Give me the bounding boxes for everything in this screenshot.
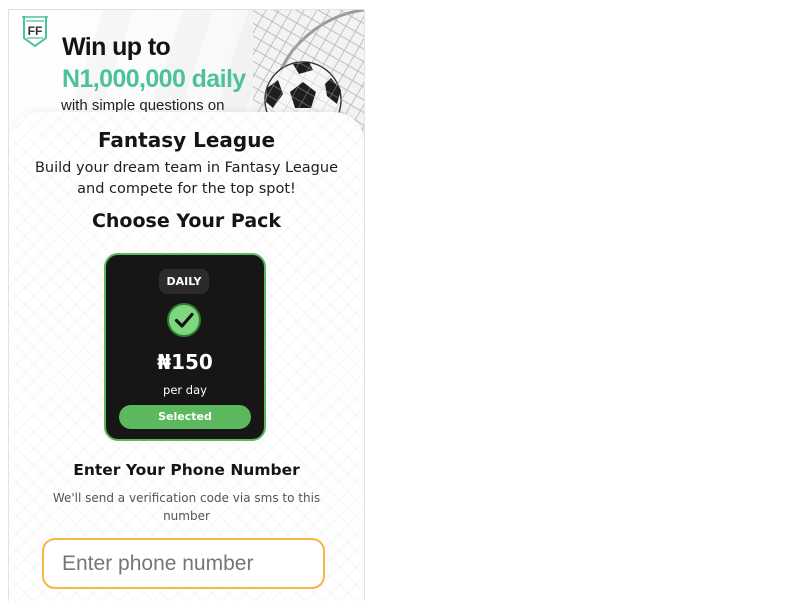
pack-badge: DAILY	[159, 269, 209, 294]
brand-logo-icon: FF	[22, 16, 48, 48]
banner-prize: N1,000,000 daily	[62, 65, 246, 93]
page-title: Fantasy League	[97, 128, 276, 152]
banner-headline: Win up to	[62, 33, 171, 61]
phone-description: We'll send a verification code via sms t…	[52, 491, 321, 523]
page-subtitle: Build your dream team in Fantasy League …	[34, 160, 338, 197]
selected-button[interactable]: Selected	[119, 405, 251, 429]
choose-pack-heading: Choose Your Pack	[91, 210, 282, 232]
daily-pack-card[interactable]: DAILY ₦150 per day Selected	[104, 253, 266, 441]
pack-period: per day	[163, 383, 207, 397]
pack-price: ₦150	[157, 350, 213, 374]
check-icon	[167, 303, 201, 337]
mobile-viewport: FF Win up to N1,000,000 daily with simpl…	[8, 9, 365, 601]
signup-card: Fantasy League Build your dream team in …	[9, 112, 364, 601]
phone-heading: Enter Your Phone Number	[73, 461, 300, 479]
phone-number-input[interactable]	[42, 538, 325, 589]
brand-logo-text: FF	[28, 24, 43, 38]
